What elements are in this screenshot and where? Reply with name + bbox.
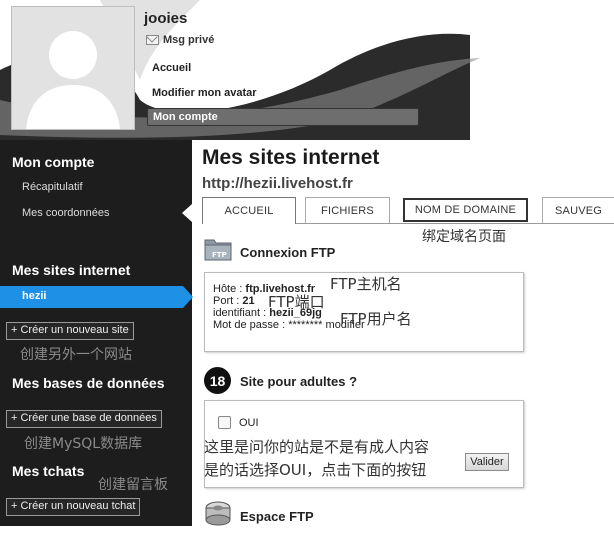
sidebar-heading-sites: Mes sites internet: [12, 262, 131, 278]
note-ftp-user: FTP用户名: [340, 310, 412, 328]
ftp-space-title: Espace FTP: [240, 509, 314, 524]
active-item-arrow: [183, 286, 193, 308]
envelope-icon: [146, 35, 159, 45]
note-create-chat: 创建留言板: [98, 477, 168, 493]
adult-18-icon: 18: [204, 367, 231, 394]
private-message-label: Msg privé: [163, 34, 215, 46]
default-avatar-icon: [12, 7, 134, 129]
adult-section-title: Site pour adultes ?: [240, 374, 358, 389]
note-adult-line2: 是的话选择OUI，点击下面的按钮: [204, 461, 427, 479]
create-chat-button[interactable]: + Créer un nouveau tchat: [6, 498, 141, 516]
sidebar-heading-chats: Mes tchats: [12, 463, 85, 479]
note-create-site: 创建另外一个网站: [20, 347, 132, 363]
nav-account-button[interactable]: Mon compte: [147, 108, 419, 126]
ftp-port-value: 21: [242, 295, 255, 307]
avatar[interactable]: [11, 6, 135, 130]
adult-oui-label: OUI: [239, 417, 259, 429]
sidebar-heading-account: Mon compte: [12, 154, 95, 170]
note-create-database: 创建MySQL数据库: [24, 436, 143, 452]
tab-domain-name[interactable]: NOM DE DOMAINE: [403, 198, 528, 222]
site-url[interactable]: http://hezii.livehost.fr: [202, 175, 353, 192]
note-domain-page: 绑定域名页面: [422, 229, 506, 245]
tab-sauvegarde[interactable]: SAUVEG: [542, 197, 614, 223]
sidebar-active-pointer: [182, 204, 192, 222]
sidebar-item-recap[interactable]: Récapitulatif: [22, 181, 83, 193]
tab-accueil[interactable]: ACCUEIL: [202, 197, 296, 224]
nav-edit-avatar-link[interactable]: Modifier mon avatar: [152, 87, 257, 99]
ftp-section-title: Connexion FTP: [240, 245, 336, 260]
nav-accueil-link[interactable]: Accueil: [152, 62, 191, 74]
adult-oui-checkbox[interactable]: [218, 416, 231, 429]
username: jooies: [144, 10, 188, 27]
hard-disk-icon: [205, 501, 231, 526]
note-adult-line1: 这里是问你的站是不是有成人内容: [204, 438, 430, 456]
sidebar: Mon compte Récapitulatif Mes coordonnées…: [0, 140, 193, 526]
sidebar-heading-databases: Mes bases de données: [12, 375, 165, 391]
profile-header: jooies Msg privé Accueil Modifier mon av…: [0, 0, 614, 140]
ftp-password-value: ********: [288, 319, 323, 331]
note-ftp-host: FTP主机名: [330, 275, 402, 293]
ftp-port-row: Port : 21: [213, 295, 523, 307]
page-title: Mes sites internet: [202, 146, 380, 169]
ftp-id-label: identifiant :: [213, 307, 270, 319]
ftp-host-label: Hôte :: [213, 283, 246, 295]
ftp-icon-label: FTP: [212, 251, 227, 259]
private-message-link[interactable]: Msg privé: [146, 34, 214, 46]
create-database-button[interactable]: + Créer une base de données: [6, 410, 162, 428]
tab-fichiers[interactable]: FICHIERS: [305, 197, 390, 223]
note-ftp-port: FTP端口: [268, 293, 325, 311]
ftp-port-label: Port :: [213, 295, 243, 307]
sidebar-item-site-hezii[interactable]: hezii: [0, 286, 183, 308]
valider-button[interactable]: Valider: [465, 453, 509, 471]
ftp-password-label: Mot de passe :: [213, 319, 289, 331]
ftp-folder-icon: FTP: [204, 239, 232, 261]
sidebar-item-coordinates[interactable]: Mes coordonnées: [22, 207, 109, 219]
create-site-button[interactable]: + Créer un nouveau site: [6, 322, 134, 340]
